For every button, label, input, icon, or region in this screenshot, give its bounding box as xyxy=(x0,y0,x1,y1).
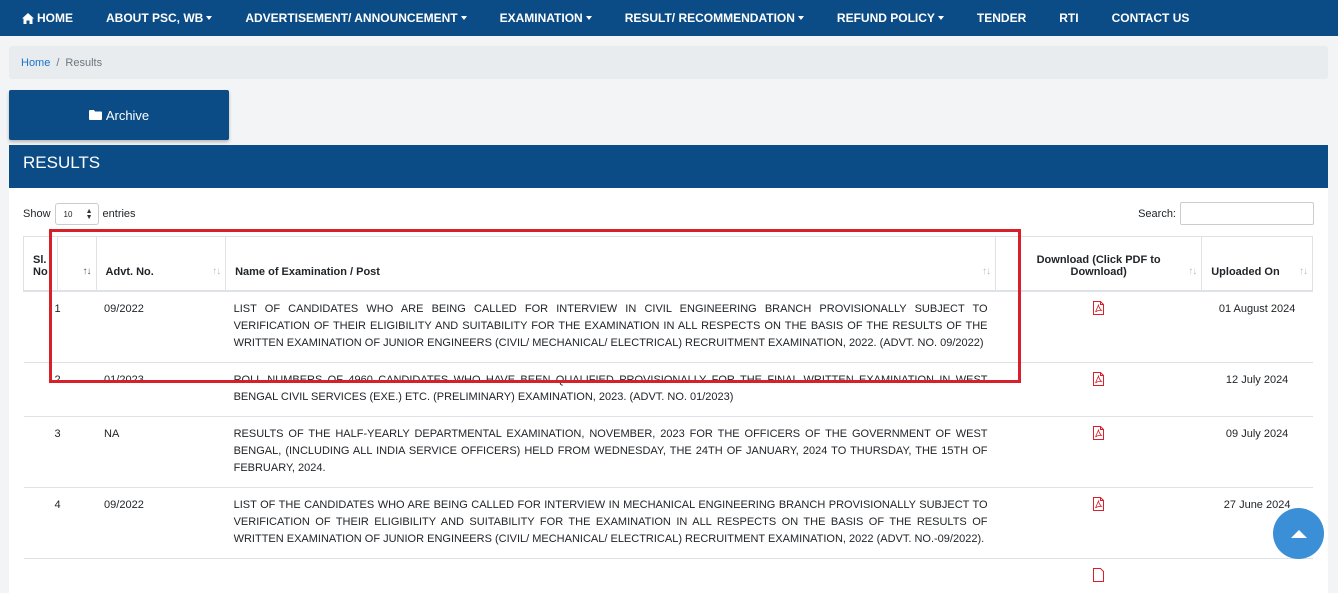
row-uploaded: 01 August 2024 xyxy=(1201,290,1313,362)
breadcrumb-separator: / xyxy=(56,56,60,69)
sort-icon: ↑↓ xyxy=(212,265,221,277)
folder-icon xyxy=(88,110,102,120)
nav-rti-label: RTI xyxy=(1059,11,1079,25)
nav-result-label: RESULT/ RECOMMENDATION xyxy=(624,11,795,25)
nav-tender[interactable]: TENDER xyxy=(977,11,1026,25)
table-row xyxy=(23,557,1313,593)
arrow-up-icon xyxy=(1290,529,1307,538)
caret-down-icon xyxy=(797,16,804,20)
search-control: Search: xyxy=(1138,202,1314,225)
caret-down-icon xyxy=(460,16,467,20)
advt-header-label: Advt. No. xyxy=(105,265,154,278)
nav-about[interactable]: ABOUT PSC, WB xyxy=(106,11,213,25)
top-navbar: HOME ABOUT PSC, WB ADVERTISEMENT/ ANNOUN… xyxy=(0,0,1338,36)
row-uploaded: 09 July 2024 xyxy=(1201,415,1313,487)
row-download xyxy=(995,361,1202,416)
sort-icon: ↑↓ xyxy=(1299,265,1308,277)
nav-contact[interactable]: CONTACT US xyxy=(1112,11,1190,25)
row-name: LIST OF THE CANDIDATES WHO ARE BEING CAL… xyxy=(225,486,996,558)
sl-header-line1: Sl. xyxy=(33,253,47,266)
pdf-icon[interactable] xyxy=(1093,496,1105,511)
scroll-to-top-button[interactable] xyxy=(1273,508,1324,559)
row-advt: NA xyxy=(96,415,226,487)
row-advt: 01/2023 xyxy=(96,361,226,416)
row-download xyxy=(995,486,1202,558)
download-header-line1: Download (Click PDF to xyxy=(1036,253,1161,266)
table-header-row: Sl. No ↑↓ Advt. No. ↑↓ Name of Examinatio… xyxy=(23,236,1313,292)
entries-label: entries xyxy=(102,208,136,220)
name-header[interactable]: Name of Examination / Post ↑↓ xyxy=(225,236,997,292)
table-row: 4 09/2022 LIST OF THE CANDIDATES WHO ARE… xyxy=(23,486,1313,558)
sort-icon: ↑↓ xyxy=(1188,265,1197,277)
sl-header-line2: No xyxy=(33,265,48,278)
download-header[interactable]: Download (Click PDF to Download) ↑↓ xyxy=(995,236,1203,292)
home-icon xyxy=(22,12,34,24)
entries-select-value: 10 xyxy=(63,209,73,219)
breadcrumb-current: Results xyxy=(65,56,103,69)
sort-icon: ↑↓ xyxy=(982,265,991,277)
advt-header[interactable]: Advt. No. ↑↓ xyxy=(95,236,227,292)
nav-rti[interactable]: RTI xyxy=(1059,11,1078,25)
table-row: 2 01/2023 ROLL NUMBERS OF 4960 CANDIDATE… xyxy=(23,361,1313,416)
nav-examination-label: EXAMINATION xyxy=(499,11,583,25)
table-row: 3 NA RESULTS OF THE HALF-YEARLY DEPARTME… xyxy=(23,415,1313,487)
row-sl: 2 xyxy=(23,361,97,416)
select-arrows-icon: ▲ ▼ xyxy=(85,208,93,221)
nav-contact-label: CONTACT US xyxy=(1111,11,1190,25)
search-input[interactable] xyxy=(1180,202,1314,225)
row-name: LIST OF CANDIDATES WHO ARE BEING CALLED … xyxy=(225,290,996,362)
row-sl: 4 xyxy=(23,486,97,558)
row-sl xyxy=(23,557,97,593)
row-name: ROLL NUMBERS OF 4960 CANDIDATES WHO HAVE… xyxy=(225,361,996,416)
breadcrumb-home-link[interactable]: Home xyxy=(21,57,50,69)
row-download xyxy=(995,290,1202,362)
table-row: 1 09/2022 LIST OF CANDIDATES WHO ARE BEI… xyxy=(23,290,1313,362)
results-panel: RESULTS Show 10 ▲ ▼ entries Search: Sl. N… xyxy=(9,145,1328,593)
row-download xyxy=(995,557,1202,593)
row-advt: 09/2022 xyxy=(96,486,226,558)
row-sl: 1 xyxy=(23,290,97,362)
length-control: Show 10 ▲ ▼ entries xyxy=(23,203,136,225)
caret-down-icon xyxy=(585,16,592,20)
nav-refund[interactable]: REFUND POLICY xyxy=(837,11,944,25)
row-name xyxy=(225,557,996,593)
archive-button[interactable]: Archive xyxy=(9,90,229,140)
nav-advertisement[interactable]: ADVERTISEMENT/ ANNOUNCEMENT xyxy=(245,11,467,25)
pdf-icon[interactable] xyxy=(1093,300,1105,315)
sl-header[interactable]: Sl. No xyxy=(23,236,58,292)
download-header-line2: Download) xyxy=(1070,265,1127,278)
show-label: Show xyxy=(23,208,51,220)
nav-advertisement-label: ADVERTISEMENT/ ANNOUNCEMENT xyxy=(245,11,458,25)
search-label: Search: xyxy=(1138,207,1176,220)
nav-home-label: HOME xyxy=(37,11,73,25)
pdf-icon[interactable] xyxy=(1093,371,1105,386)
uploaded-header-label: Uploaded On xyxy=(1211,265,1280,278)
row-advt xyxy=(96,557,226,593)
results-table: Sl. No ↑↓ Advt. No. ↑↓ Name of Examinatio… xyxy=(23,236,1313,593)
row-advt: 09/2022 xyxy=(96,290,226,362)
nav-result[interactable]: RESULT/ RECOMMENDATION xyxy=(625,11,804,25)
name-header-label: Name of Examination / Post xyxy=(235,265,380,278)
row-uploaded xyxy=(1201,557,1313,593)
archive-label: Archive xyxy=(105,107,150,123)
panel-title: RESULTS xyxy=(9,145,1328,188)
pdf-icon[interactable] xyxy=(1093,425,1105,440)
row-name: RESULTS OF THE HALF-YEARLY DEPARTMENTAL … xyxy=(225,415,996,487)
caret-down-icon xyxy=(937,16,944,20)
nav-tender-label: TENDER xyxy=(976,11,1027,25)
nav-refund-label: REFUND POLICY xyxy=(836,11,935,25)
entries-select[interactable]: 10 ▲ ▼ xyxy=(54,203,99,225)
nav-examination[interactable]: EXAMINATION xyxy=(500,11,592,25)
breadcrumb: Home / Results xyxy=(9,46,1328,79)
row-sl: 3 xyxy=(23,415,97,487)
caret-down-icon xyxy=(206,16,213,20)
sort-asc-icon: ↑↓ xyxy=(82,265,92,277)
uploaded-header[interactable]: Uploaded On ↑↓ xyxy=(1201,236,1313,292)
nav-home[interactable]: HOME xyxy=(22,11,73,25)
nav-about-label: ABOUT PSC, WB xyxy=(106,11,204,25)
row-download xyxy=(995,415,1202,487)
pdf-icon[interactable] xyxy=(1093,567,1105,582)
sort-active-header[interactable]: ↑↓ xyxy=(56,236,97,292)
row-uploaded: 12 July 2024 xyxy=(1201,361,1313,416)
